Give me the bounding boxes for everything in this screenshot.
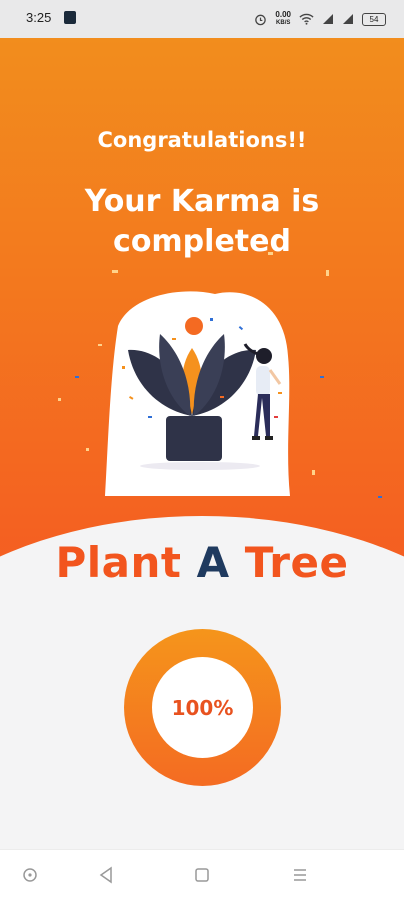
app-notification-icon — [64, 11, 76, 24]
signal-icon — [323, 14, 333, 24]
alarm-icon — [255, 14, 267, 25]
menu-icon[interactable] — [290, 865, 310, 885]
plant-a-tree-title: Plant A Tree — [55, 538, 349, 587]
net-speed: 0.00 KB/S — [275, 10, 291, 27]
background-confetti — [58, 252, 382, 498]
signal-icon-2 — [343, 14, 353, 24]
progress-ring: 100% — [124, 629, 281, 786]
status-icons: 0.00 KB/S 54 — [254, 9, 386, 29]
back-icon[interactable] — [96, 865, 116, 885]
battery-icon: 54 — [362, 12, 386, 26]
recent-apps-icon[interactable] — [192, 865, 212, 885]
wifi-icon — [299, 13, 314, 25]
status-bar: 3:25 0.00 KB/S 54 — [0, 0, 404, 38]
progress-label: 100% — [152, 657, 253, 758]
hero-banner: Congratulations!! Your Karma is complete… — [0, 38, 404, 598]
status-time: 3:25 — [26, 10, 52, 25]
home-circle-icon[interactable] — [20, 865, 40, 885]
navigation-bar — [0, 849, 404, 900]
